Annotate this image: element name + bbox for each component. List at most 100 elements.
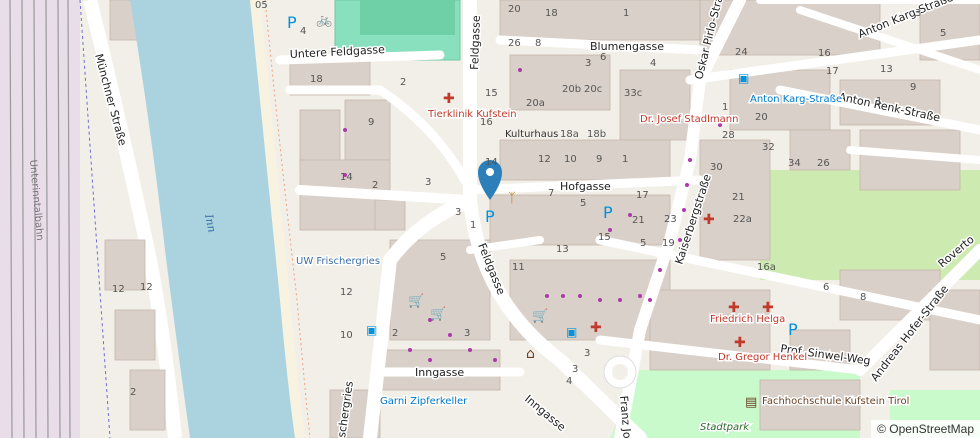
doctor-icon[interactable]: ✚ bbox=[734, 335, 746, 351]
restaurant-icon[interactable]: ᛉ bbox=[508, 191, 516, 206]
street-label-feldgasse-mid: Feldgasse bbox=[475, 241, 508, 297]
parking-icon[interactable]: P bbox=[287, 13, 297, 32]
bus-stop-icon[interactable]: ▣ bbox=[566, 325, 577, 339]
svg-text:2: 2 bbox=[400, 77, 406, 88]
place-label-unterinntalbahn: Unterinntalbahn bbox=[27, 159, 45, 241]
svg-text:19: 19 bbox=[662, 238, 675, 249]
attribution[interactable]: © OpenStreetMap bbox=[871, 420, 980, 438]
attribution-text[interactable]: © OpenStreetMap bbox=[877, 422, 974, 436]
library-icon[interactable]: ▤ bbox=[745, 395, 757, 410]
pharmacy-icon[interactable]: ✚ bbox=[590, 320, 602, 336]
svg-text:11: 11 bbox=[512, 262, 525, 273]
svg-text:33c: 33c bbox=[624, 88, 642, 99]
bicycle-parking-icon[interactable]: 🚲 bbox=[316, 13, 332, 28]
svg-text:21: 21 bbox=[632, 215, 645, 226]
svg-text:3: 3 bbox=[572, 364, 578, 375]
svg-text:23: 23 bbox=[664, 214, 677, 225]
svg-text:7: 7 bbox=[548, 188, 554, 199]
svg-text:4: 4 bbox=[300, 26, 306, 37]
svg-text:20a: 20a bbox=[526, 98, 545, 109]
parking-icon[interactable]: P bbox=[603, 203, 613, 222]
svg-text:🛒: 🛒 bbox=[408, 293, 424, 309]
svg-text:15: 15 bbox=[485, 88, 498, 99]
doctor-icon[interactable]: ✚ bbox=[703, 212, 715, 228]
svg-text:8: 8 bbox=[535, 38, 541, 49]
svg-text:14: 14 bbox=[340, 172, 353, 183]
svg-text:1: 1 bbox=[722, 102, 728, 113]
svg-text:✚: ✚ bbox=[728, 300, 740, 316]
svg-text:18: 18 bbox=[310, 74, 323, 85]
svg-text:10: 10 bbox=[340, 330, 353, 341]
svg-text:24: 24 bbox=[735, 47, 748, 58]
svg-text:5: 5 bbox=[440, 252, 446, 263]
house-numbers: 05 20 26 18 2 4 15 16 9 3 14 12 14 3 5 1… bbox=[112, 0, 946, 398]
shop-icon[interactable]: 🛒 bbox=[532, 308, 548, 324]
svg-text:3: 3 bbox=[584, 348, 590, 359]
svg-text:8: 8 bbox=[860, 292, 866, 303]
svg-text:9: 9 bbox=[596, 154, 602, 165]
svg-text:2: 2 bbox=[372, 180, 378, 191]
svg-text:6: 6 bbox=[823, 282, 829, 293]
museum-icon[interactable]: ⌂ bbox=[526, 346, 535, 362]
svg-text:17: 17 bbox=[636, 190, 649, 201]
svg-text:32: 32 bbox=[762, 142, 775, 153]
svg-text:2: 2 bbox=[130, 387, 136, 398]
doctor-icon[interactable]: ✚ bbox=[728, 300, 740, 316]
svg-text:18b: 18b bbox=[587, 129, 606, 140]
svg-text:21: 21 bbox=[732, 192, 745, 203]
svg-text:18: 18 bbox=[545, 8, 558, 19]
svg-text:6: 6 bbox=[600, 52, 606, 63]
svg-text:▤: ▤ bbox=[745, 395, 757, 410]
street-label-inngasse-left: Inngasse bbox=[415, 366, 464, 379]
svg-text:13: 13 bbox=[880, 64, 893, 75]
veterinary-icon[interactable]: ✚ bbox=[443, 91, 455, 107]
svg-text:05: 05 bbox=[255, 0, 268, 11]
shop-icon[interactable]: 🛒 bbox=[408, 293, 424, 309]
parking-icon[interactable]: P bbox=[485, 207, 495, 226]
label-layer: Blumengasse Anton Karg-Straße Untere Fel… bbox=[27, 0, 978, 438]
street-label-anton-renk-strasse: Anton Renk-Straße bbox=[837, 90, 941, 124]
svg-text:12: 12 bbox=[112, 284, 125, 295]
svg-text:ᛉ: ᛉ bbox=[508, 191, 516, 206]
svg-text:2: 2 bbox=[392, 328, 398, 339]
svg-text:4: 4 bbox=[566, 376, 572, 387]
svg-text:3: 3 bbox=[425, 177, 431, 188]
svg-text:20b: 20b bbox=[562, 84, 581, 95]
poi-label-tierklinik: Tierklinik Kufstein bbox=[427, 109, 517, 120]
svg-text:3: 3 bbox=[915, 8, 921, 19]
shop-icon[interactable]: 🛒 bbox=[430, 306, 446, 322]
svg-text:5: 5 bbox=[940, 28, 946, 39]
street-label-franz-jos: Franz Jos bbox=[617, 395, 634, 438]
svg-text:⌂: ⌂ bbox=[526, 346, 535, 362]
svg-text:🛒: 🛒 bbox=[532, 308, 548, 324]
parking-icon[interactable]: P bbox=[788, 320, 798, 339]
poi-label-dr-josef: Dr. Josef Stadlmann bbox=[640, 114, 738, 125]
bus-stop-icon[interactable]: ▣ bbox=[738, 71, 749, 85]
street-label-roverto: Roverto bbox=[936, 233, 977, 271]
place-label-kulturhaus: Kulturhaus bbox=[505, 129, 558, 140]
street-label-untere-feldgasse: Untere Feldgasse bbox=[289, 43, 385, 61]
svg-text:30: 30 bbox=[710, 162, 723, 173]
svg-text:4: 4 bbox=[650, 58, 656, 69]
svg-text:1: 1 bbox=[623, 8, 629, 19]
svg-text:9: 9 bbox=[910, 82, 916, 93]
svg-text:✚: ✚ bbox=[734, 335, 746, 351]
svg-text:28: 28 bbox=[722, 130, 735, 141]
place-label-uw-frischergries: UW Frischergries bbox=[296, 256, 380, 267]
svg-text:✚: ✚ bbox=[443, 91, 455, 107]
street-label-hofgasse: Hofgasse bbox=[560, 180, 611, 193]
svg-text:20: 20 bbox=[755, 112, 768, 123]
svg-text:1: 1 bbox=[622, 154, 628, 165]
svg-text:15: 15 bbox=[598, 232, 611, 243]
doctor-icon[interactable]: ✚ bbox=[762, 300, 774, 316]
svg-text:5: 5 bbox=[640, 238, 646, 249]
svg-text:20c: 20c bbox=[584, 84, 602, 95]
place-label-anton-karg-strasse-stop: Anton Karg-Straße bbox=[750, 94, 842, 105]
svg-text:16: 16 bbox=[480, 117, 493, 128]
map-canvas[interactable]: Blumengasse Anton Karg-Straße Untere Fel… bbox=[0, 0, 980, 438]
svg-text:26: 26 bbox=[817, 158, 830, 169]
svg-text:🛒: 🛒 bbox=[430, 306, 446, 322]
place-label-stadtpark: Stadtpark bbox=[700, 422, 750, 433]
svg-text:3: 3 bbox=[464, 328, 470, 339]
bus-stop-icon[interactable]: ▣ bbox=[366, 323, 377, 337]
